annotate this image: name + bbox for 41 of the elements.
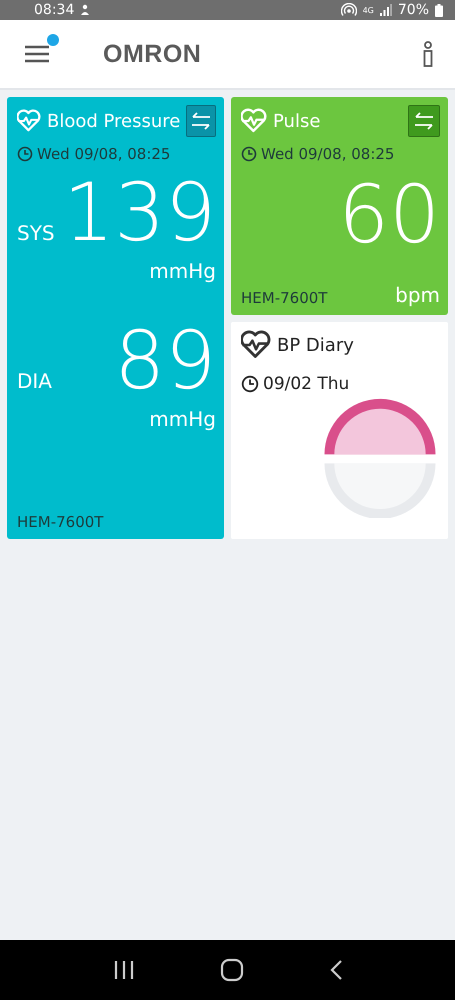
blood-pressure-card[interactable]: Blood Pressure Wed 09/08, 08:25 SYS 139 mmHg DIA 89 mmHg HEM-7600T <box>7 97 224 539</box>
measurement-time: Wed 09/08, 08:25 <box>261 145 394 163</box>
device-model: HEM-7600T <box>17 513 104 531</box>
info-button[interactable] <box>421 41 435 67</box>
battery-percent: 70% <box>398 2 429 18</box>
network-type: 4G <box>362 6 374 14</box>
status-time: 08:34 <box>34 2 74 18</box>
swap-arrows-icon <box>413 112 435 130</box>
recent-apps-button[interactable] <box>112 960 134 980</box>
omron-logo: OMRON <box>103 40 202 68</box>
diary-date: 09/02 Thu <box>263 374 350 394</box>
hotspot-icon <box>340 3 357 17</box>
device-model: HEM-7600T <box>241 289 328 307</box>
reading-unit: mmHg <box>149 259 216 283</box>
reading-value: 89 <box>114 321 216 401</box>
clock-icon <box>241 375 259 393</box>
clock-icon <box>17 146 33 162</box>
card-title: Pulse <box>273 110 322 132</box>
heart-rate-icon <box>241 330 271 360</box>
reading-unit: bpm <box>395 283 440 307</box>
heart-rate-icon <box>17 108 41 134</box>
back-button[interactable] <box>328 959 342 981</box>
swap-button[interactable] <box>186 105 216 137</box>
pulse-card[interactable]: Pulse Wed 09/08, 08:25 60 HEM-7600T bpm <box>231 97 448 315</box>
reading-unit: mmHg <box>149 407 216 431</box>
person-icon <box>80 4 90 16</box>
swap-arrows-icon <box>190 112 212 130</box>
card-title: Blood Pressure <box>46 110 180 132</box>
card-title: BP Diary <box>277 334 354 356</box>
heart-rate-icon <box>241 108 267 134</box>
clock-icon <box>241 146 257 162</box>
signal-icon <box>380 4 392 16</box>
bp-diary-card[interactable]: BP Diary 09/02 Thu <box>231 322 448 539</box>
home-button[interactable] <box>220 958 244 982</box>
reading-value: 60 <box>338 168 440 261</box>
reading-label: SYS <box>17 221 55 245</box>
battery-icon <box>435 4 443 16</box>
reading-label: DIA <box>17 369 52 393</box>
swap-button[interactable] <box>408 105 440 137</box>
measurement-time: Wed 09/08, 08:25 <box>37 145 170 163</box>
reading-value: 139 <box>63 173 216 253</box>
